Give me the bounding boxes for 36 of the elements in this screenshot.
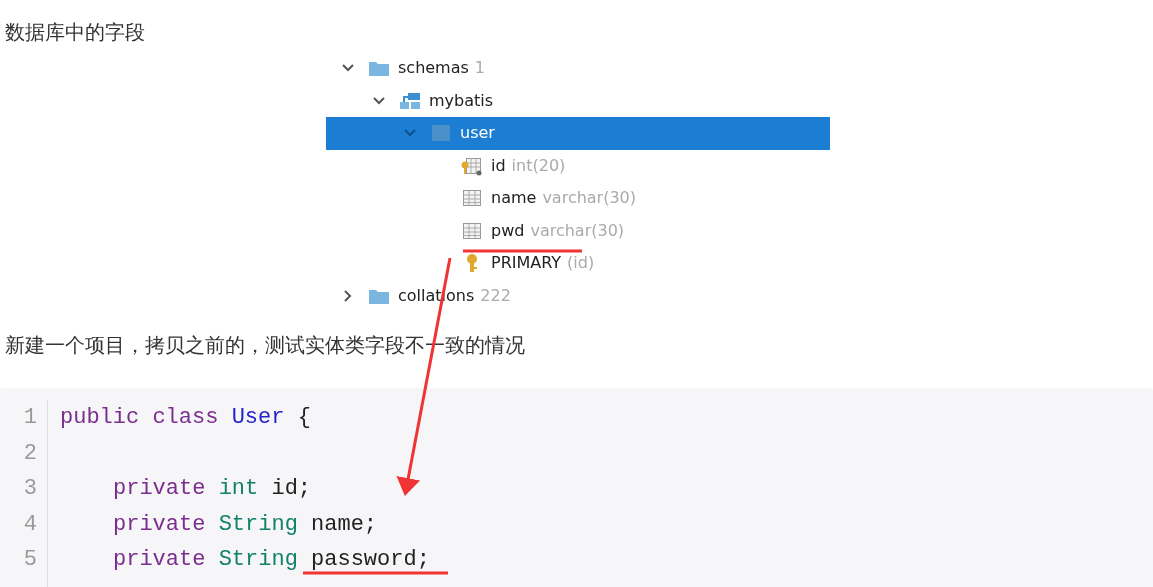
node-label: schemas xyxy=(398,60,469,80)
line-number: 5 xyxy=(22,546,37,574)
item-count: 222 xyxy=(480,284,511,305)
line-number: 3 xyxy=(22,475,37,503)
tree-row[interactable]: pwd varchar(30) xyxy=(326,214,830,247)
column-type: varchar(30) xyxy=(530,219,625,242)
tree-row[interactable]: name varchar(30) xyxy=(326,182,830,215)
heading: 数据库中的字段 xyxy=(4,19,146,46)
table-grid-icon xyxy=(461,188,483,209)
node-label: id xyxy=(491,154,506,177)
code-line: private String password; xyxy=(113,547,430,573)
code-line: private String name; xyxy=(113,511,378,537)
column-type: varchar(30) xyxy=(542,187,637,210)
node-label: user xyxy=(460,122,495,145)
tree-row[interactable]: schemas 1 xyxy=(326,60,830,85)
node-label: mybatis xyxy=(429,89,494,112)
line-number: 1 xyxy=(22,404,37,432)
code-line: private int id; xyxy=(113,476,312,502)
tree-row[interactable]: mybatis xyxy=(326,84,830,117)
folder-icon xyxy=(368,60,390,79)
table-grid-icon xyxy=(461,220,483,241)
node-label: PRIMARY xyxy=(491,252,562,275)
table-icon xyxy=(430,123,452,144)
line-number: 4 xyxy=(22,510,37,539)
column-type: int(20) xyxy=(511,154,566,177)
code-line: public class User { xyxy=(60,405,311,431)
item-count: 1 xyxy=(474,60,486,80)
line-number: 2 xyxy=(22,439,37,468)
tree-row[interactable]: id int(20) xyxy=(326,149,830,182)
tree-row[interactable]: PRIMARY (id) xyxy=(326,247,830,280)
node-label: name xyxy=(491,187,537,210)
tree-row[interactable]: user xyxy=(326,117,830,150)
key-column-icon xyxy=(461,155,483,176)
node-label: pwd xyxy=(491,219,525,242)
schema-icon xyxy=(399,90,421,111)
column-type: (id) xyxy=(567,252,595,275)
